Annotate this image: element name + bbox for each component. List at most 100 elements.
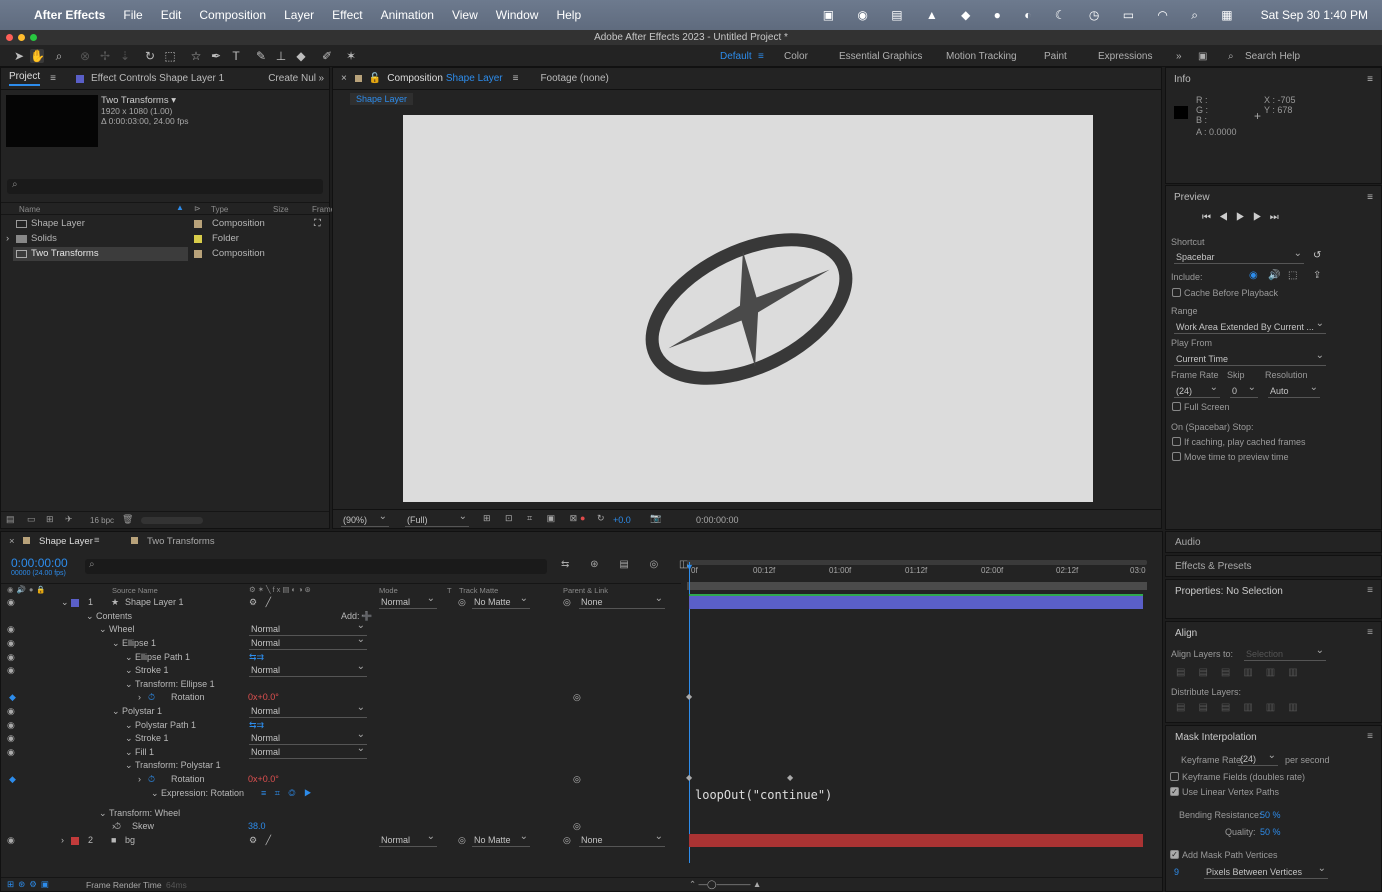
- new-composition-icon[interactable]: ⊞: [46, 514, 54, 525]
- property-row[interactable]: ⌄ Transform: Ellipse 1: [1, 678, 681, 691]
- tab-two-transforms[interactable]: Two Transforms: [147, 536, 215, 547]
- comp-info-name[interactable]: Two Transforms ▾: [101, 95, 176, 106]
- pen-tool-icon[interactable]: ✒: [209, 49, 223, 63]
- property-row[interactable]: › ⏱ Skew 38.0 ◎: [1, 820, 681, 833]
- layer-1-bar[interactable]: [689, 596, 1143, 609]
- track-matte-dropdown[interactable]: No Matte: [472, 831, 530, 847]
- menu-layer[interactable]: Layer: [284, 8, 314, 22]
- menu-composition[interactable]: Composition: [199, 8, 266, 22]
- property-value[interactable]: 38.0: [248, 820, 266, 833]
- type-tool-icon[interactable]: T: [229, 49, 243, 63]
- magnification-dropdown[interactable]: (90%): [341, 511, 389, 527]
- caching-checkbox[interactable]: [1172, 437, 1181, 446]
- label-tag-icon[interactable]: ⊳: [194, 204, 201, 213]
- clock[interactable]: Sat Sep 30 1:40 PM: [1261, 8, 1368, 22]
- panel-menu-icon[interactable]: ≡: [1367, 731, 1373, 742]
- menu-help[interactable]: Help: [556, 8, 581, 22]
- tab-footage[interactable]: Footage (none): [540, 73, 608, 84]
- expand-arrow-icon[interactable]: ⌄: [125, 651, 133, 664]
- expand-arrow-icon[interactable]: ⌄: [125, 664, 133, 677]
- align-icons[interactable]: ▤▤▤▥▥▥: [1176, 667, 1311, 678]
- dolly-tool-icon[interactable]: ⇣: [118, 49, 132, 63]
- parent-dropdown[interactable]: None: [579, 593, 665, 609]
- property-row[interactable]: ◉ ⌄ Ellipse Path 1 ⇆⇉: [1, 651, 681, 664]
- expand-arrow-icon[interactable]: ⌄: [99, 807, 107, 820]
- workspace-default[interactable]: Default: [720, 51, 752, 62]
- blend-mode-dropdown[interactable]: Normal: [249, 743, 367, 759]
- menu-effect[interactable]: Effect: [332, 8, 362, 22]
- parent-link-col[interactable]: Parent & Link: [563, 586, 608, 595]
- list-item[interactable]: Two Transforms Composition: [1, 247, 329, 261]
- expand-arrow-icon[interactable]: ⌄: [125, 746, 133, 759]
- pick-whip-icon[interactable]: ◎: [573, 691, 581, 704]
- keyframe-fields-checkbox[interactable]: [1170, 772, 1179, 781]
- matte-pickwhip-icon[interactable]: ◎: [458, 834, 466, 847]
- property-name[interactable]: Skew: [132, 820, 154, 833]
- lock-icon[interactable]: 🔓: [369, 73, 381, 84]
- property-value[interactable]: 0x+0.0°: [248, 773, 279, 786]
- list-item[interactable]: › Solids Folder: [1, 232, 329, 246]
- expand-arrow-icon[interactable]: ⌄: [125, 719, 133, 732]
- property-name[interactable]: Polystar Path 1: [135, 719, 196, 732]
- col-type[interactable]: Type: [211, 205, 228, 214]
- keyframe-navigator-icon[interactable]: ◆: [9, 773, 16, 786]
- rotation-tool-icon[interactable]: ↻: [143, 49, 157, 63]
- viewer-icons[interactable]: ⊞ ⊡ ⌗ ▣ ⊠: [483, 513, 583, 524]
- reset-shortcut-icon[interactable]: ↺: [1313, 250, 1321, 261]
- layer-switches-icon[interactable]: ⚙ ╱: [249, 596, 274, 609]
- tab-effect-controls[interactable]: Effect Controls Shape Layer 1: [91, 73, 224, 84]
- keyframe-rate-dropdown[interactable]: (24): [1238, 750, 1278, 766]
- col-size[interactable]: Size: [273, 205, 289, 214]
- search-help-input[interactable]: Search Help: [1245, 51, 1300, 62]
- layer-name[interactable]: bg: [125, 834, 135, 847]
- workspace-motion-tracking[interactable]: Motion Tracking: [946, 51, 1017, 62]
- effects-presets-title[interactable]: Effects & Presets: [1175, 561, 1252, 572]
- time-ruler[interactable]: 0f 00:12f 01:00f 01:12f 02:00f 02:12f 03…: [687, 558, 1149, 590]
- tab-shape-layer[interactable]: Shape Layer: [39, 536, 93, 547]
- stopwatch-icon[interactable]: ⏱: [148, 773, 155, 786]
- property-name[interactable]: Ellipse 1: [122, 637, 156, 650]
- first-frame-icon[interactable]: ⏮: [1202, 212, 1219, 223]
- panel-menu-icon[interactable]: ≡: [1367, 627, 1373, 638]
- visibility-eye-icon[interactable]: ◉: [7, 637, 15, 650]
- expand-arrow-icon[interactable]: ⌄: [112, 637, 120, 650]
- expand-arrow-icon[interactable]: ⌄: [61, 596, 69, 609]
- panel-menu-icon[interactable]: ≡: [1367, 192, 1373, 203]
- property-row[interactable]: › ⏱ Rotation 0x+0.0° ◎ ◆: [1, 773, 681, 786]
- timecode-display[interactable]: 0:00:00:00: [11, 556, 68, 570]
- hand-tool-icon[interactable]: ✋: [30, 49, 45, 63]
- property-row[interactable]: ◉ ⌄ Ellipse 1 Normal: [1, 634, 681, 650]
- linear-vertex-checkbox[interactable]: ✓: [1170, 787, 1179, 796]
- property-name[interactable]: Expression: Rotation: [161, 787, 244, 800]
- sort-arrow-icon[interactable]: ▲: [176, 203, 184, 212]
- zoom-slider[interactable]: ⌃ —◯———— ▲: [689, 879, 769, 889]
- blend-mode-dropdown[interactable]: Normal: [249, 729, 367, 745]
- matte-pickwhip-icon[interactable]: ◎: [458, 596, 466, 609]
- layer-row[interactable]: ◉ › 2 ■ bg ⚙ ╱ Normal ◎ No Matte ◎ None: [1, 831, 681, 847]
- orbit-tool-icon[interactable]: ⊗: [78, 49, 92, 63]
- keyframe-navigator-icon[interactable]: ◆: [9, 691, 16, 704]
- pick-whip-icon[interactable]: ◎: [573, 820, 581, 833]
- zoom-window-button[interactable]: [30, 34, 37, 41]
- bending-value[interactable]: 50 %: [1260, 810, 1281, 820]
- workspace-essential-graphics[interactable]: Essential Graphics: [839, 51, 922, 62]
- workspace-menu-icon[interactable]: ≡: [758, 51, 764, 62]
- expand-arrow-icon[interactable]: ›: [61, 834, 64, 847]
- keyframe-marker[interactable]: ◆: [787, 773, 793, 782]
- export-icon[interactable]: ⇪: [1313, 270, 1321, 281]
- visibility-eye-icon[interactable]: ◉: [7, 596, 15, 609]
- new-folder-icon[interactable]: ▭: [27, 514, 36, 525]
- zoom-tool-icon[interactable]: ⌕: [52, 49, 66, 63]
- close-window-button[interactable]: [6, 34, 13, 41]
- blend-mode-dropdown[interactable]: Normal: [249, 702, 367, 718]
- property-name[interactable]: Rotation: [171, 773, 205, 786]
- label-color[interactable]: [71, 837, 79, 845]
- menu-view[interactable]: View: [452, 8, 478, 22]
- keyframe-marker[interactable]: ◆: [686, 692, 692, 701]
- property-name[interactable]: Stroke 1: [135, 732, 169, 745]
- property-name[interactable]: Wheel: [109, 623, 135, 636]
- render-queue-icon[interactable]: ✈: [65, 514, 73, 525]
- audio-panel[interactable]: Audio: [1165, 531, 1382, 553]
- source-name-col[interactable]: Source Name: [112, 586, 158, 595]
- tab-create-null[interactable]: Create Nul: [268, 73, 316, 84]
